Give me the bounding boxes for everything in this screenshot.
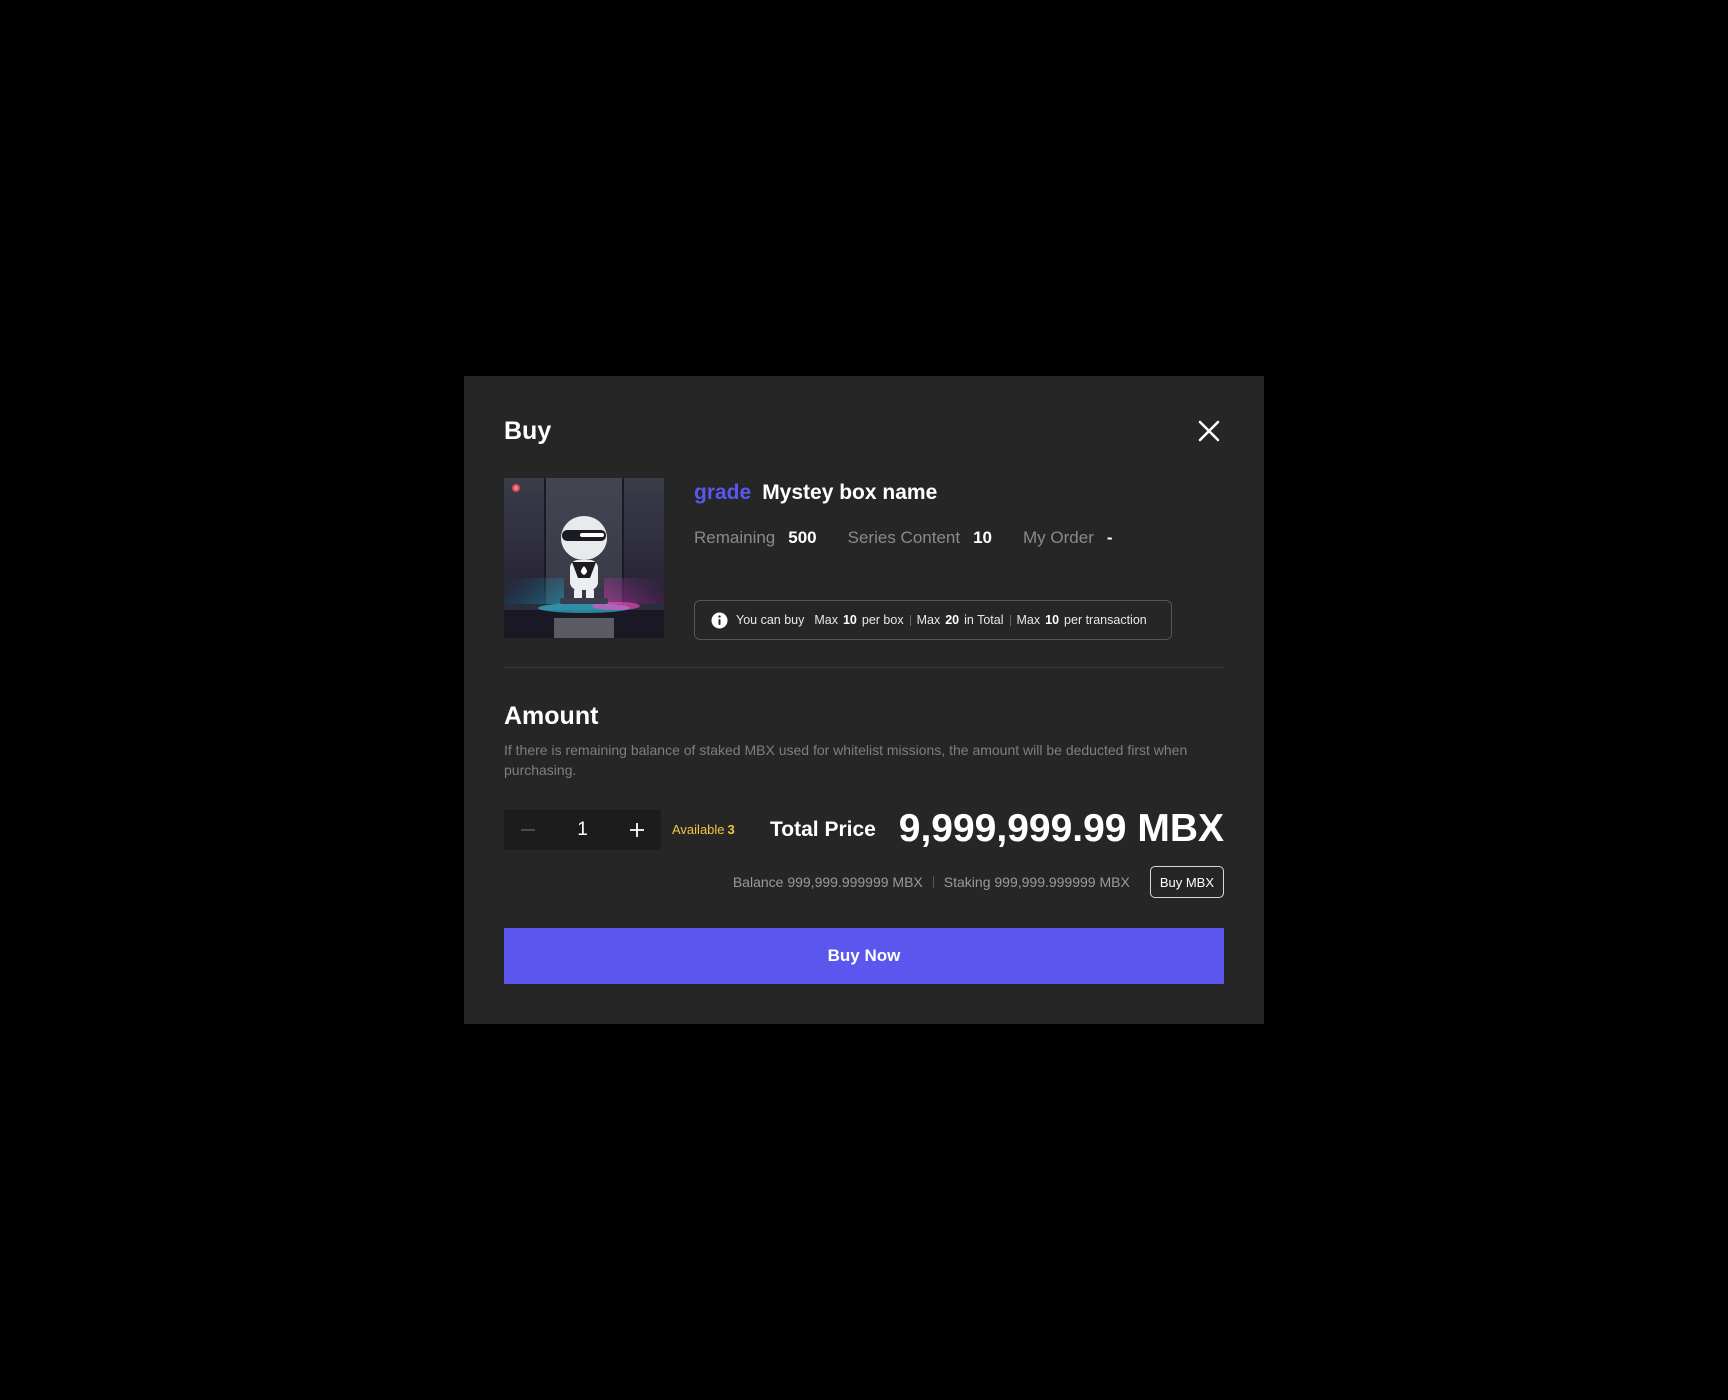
my-order-value: - [1106, 528, 1113, 547]
available-label: Available [672, 822, 725, 837]
balance-row: Balance 999,999.999999 MBX Staking 999,9… [733, 866, 1224, 898]
remaining-label: Remaining [694, 528, 776, 547]
decrease-button[interactable] [504, 810, 552, 850]
product-title: grade Mystey box name [694, 478, 1224, 508]
minus-icon [521, 829, 535, 831]
limits-intro: You can buy [736, 613, 805, 627]
per-box-value: 10 [842, 613, 857, 627]
available-count: Available 3 [672, 822, 735, 838]
section-divider [504, 667, 1224, 668]
series-content-value: 10 [973, 528, 993, 547]
increase-button[interactable] [613, 810, 661, 850]
balance-divider [932, 876, 934, 888]
total-price-value: 9,999,999.99 MBX [898, 807, 1224, 850]
total-price-label: Total Price [770, 818, 876, 841]
grade-label: grade [694, 481, 752, 504]
buy-now-button[interactable]: Buy Now [504, 928, 1224, 984]
limits-divider [1009, 614, 1011, 626]
mystery-box-image [504, 478, 664, 638]
total-limit-value: 20 [945, 613, 960, 627]
product-name: Mystey box name [762, 481, 938, 504]
product-info: grade Mystey box name Remaining 500 Seri… [694, 478, 1224, 640]
per-tx-value: 10 [1045, 613, 1060, 627]
per-box-label: per box [861, 613, 904, 627]
close-button[interactable] [1194, 416, 1224, 446]
modal-title: Buy [504, 417, 552, 445]
balance-text: Balance 999,999.999999 MBX [732, 874, 923, 890]
max-label: Max [814, 613, 838, 627]
remaining-value: 500 [788, 528, 817, 547]
max-label: Max [916, 613, 941, 627]
series-content-label: Series Content [847, 528, 961, 547]
buy-mbx-button[interactable]: Buy MBX [1149, 866, 1224, 898]
total-limit-label: in Total [964, 613, 1004, 627]
quantity-stepper[interactable]: 1 [504, 810, 661, 850]
my-order-label: My Order [1023, 528, 1094, 547]
staking-text: Staking 999,999.999999 MBX [943, 874, 1130, 890]
limits-divider [909, 614, 911, 626]
per-tx-label: per transaction [1064, 613, 1147, 627]
product-stats: Remaining 500 Series Content 10 My Order… [694, 526, 1224, 550]
available-value: 3 [727, 822, 735, 837]
robot-illustration [504, 478, 664, 638]
amount-heading: Amount [504, 702, 599, 730]
max-label: Max [1016, 613, 1041, 627]
buy-modal: Buy grade Mystey box name Remaining 500 … [464, 376, 1264, 1024]
quantity-value[interactable]: 1 [552, 819, 613, 841]
close-icon [1198, 420, 1220, 442]
amount-description: If there is remaining balance of staked … [504, 742, 1188, 778]
info-icon [711, 612, 728, 628]
purchase-limits-box: You can buy Max 10 per box Max 20 in Tot… [694, 600, 1172, 640]
plus-icon [630, 823, 644, 837]
